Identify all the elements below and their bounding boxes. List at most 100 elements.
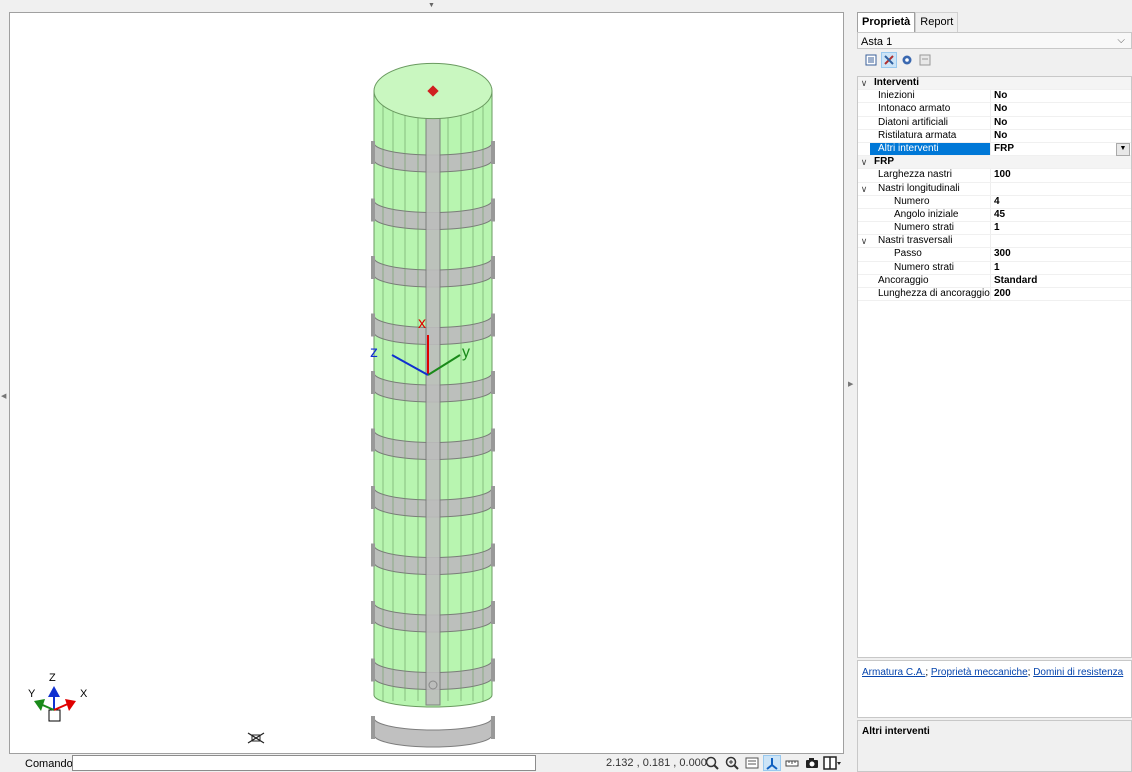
tools-icon[interactable] (881, 52, 897, 68)
zoom-window-icon[interactable] (723, 755, 741, 771)
property-name: Lunghezza di ancoraggio (870, 288, 991, 301)
ruler-icon[interactable] (783, 755, 801, 771)
property-row[interactable]: Ristilatura armata No (858, 129, 1131, 143)
property-value[interactable]: Standard (991, 275, 1131, 287)
row-gutter (858, 288, 870, 300)
property-row[interactable]: Larghezza nastri 100 (858, 169, 1131, 183)
property-name: Passo (870, 248, 991, 261)
property-value-text: 1 (994, 261, 1000, 273)
property-value-text: Standard (994, 274, 1038, 286)
property-name: Numero strati (870, 222, 991, 235)
band-edge-left (371, 198, 375, 222)
property-row[interactable]: Numero strati 1 (858, 261, 1131, 275)
object-selector-value: Asta 1 (861, 36, 893, 48)
band-edge-right (491, 256, 495, 279)
property-value-text: 200 (994, 288, 1011, 299)
expand-chevron-icon[interactable]: ∨ (858, 235, 870, 247)
property-category[interactable]: ∨ FRP (858, 156, 1131, 170)
property-value[interactable]: No (991, 130, 1131, 142)
property-toolbar (857, 50, 933, 70)
property-row[interactable]: Numero 4 (858, 195, 1131, 209)
expand-chevron-icon[interactable]: ∨ (858, 77, 870, 89)
link-domini-resistenza[interactable]: Domini di resistenza (1033, 667, 1123, 678)
3d-scene[interactable]: x y z Z Y X (10, 13, 844, 754)
property-row[interactable]: Intonaco armato No (858, 103, 1131, 117)
property-value[interactable] (991, 235, 1131, 247)
property-value-text: 300 (994, 248, 1011, 260)
split-view-icon[interactable] (823, 755, 841, 771)
property-row[interactable]: Iniezioni No (858, 90, 1131, 104)
property-value[interactable]: 100 (991, 169, 1131, 181)
property-value[interactable]: FRP ▼ (991, 142, 1131, 156)
property-value[interactable]: 45 (991, 209, 1131, 221)
triad-y-label: Y (28, 688, 36, 700)
band-edge-left (371, 141, 375, 164)
property-row[interactable]: Numero strati 1 (858, 222, 1131, 236)
band-edge-right (491, 716, 495, 739)
property-row[interactable]: ∨ Nastri longitudinali (858, 182, 1131, 196)
row-gutter (858, 117, 870, 129)
camera-icon[interactable] (803, 755, 821, 771)
triad-box (48, 709, 61, 722)
collapse-arrow-icon[interactable]: ▼ (428, 2, 435, 9)
property-name: Altri interventi (870, 142, 991, 156)
property-name: Nastri longitudinali (870, 182, 991, 195)
property-row[interactable]: ∨ Nastri trasversali (858, 235, 1131, 249)
property-pages-icon[interactable] (917, 52, 933, 68)
property-name: Angolo iniziale (870, 208, 991, 222)
band-edge-right (491, 198, 495, 222)
property-value-text: FRP (994, 142, 1014, 154)
tab-proprieta[interactable]: Proprietà (857, 12, 916, 33)
band-edge-left (371, 543, 375, 567)
property-value-text: No (994, 116, 1008, 128)
axes-view-icon[interactable] (763, 755, 781, 771)
property-value[interactable]: No (991, 103, 1131, 115)
band-edge-left (371, 313, 375, 337)
frp-column[interactable] (371, 62, 495, 748)
property-value[interactable]: No (991, 90, 1131, 102)
row-gutter (858, 209, 870, 221)
3d-viewport[interactable]: x y z Z Y X (9, 12, 844, 754)
property-row[interactable]: Ancoraggio Standard (858, 274, 1131, 288)
property-value[interactable]: 1 (991, 262, 1131, 274)
property-category[interactable]: ∨ Interventi (858, 77, 1131, 91)
expand-chevron-icon[interactable]: ∨ (858, 183, 870, 195)
left-splitter[interactable]: ◀ (0, 12, 9, 754)
property-value[interactable]: 1 (991, 222, 1131, 234)
tab-report[interactable]: Report (915, 12, 959, 33)
link-proprieta-meccaniche[interactable]: Proprietà meccaniche (931, 667, 1028, 678)
property-row[interactable]: Diatoni artificiali No (858, 116, 1131, 130)
object-selector[interactable]: Asta 1 ⌵ (857, 32, 1132, 49)
property-value[interactable]: 200 (991, 288, 1131, 300)
property-name: Iniezioni (870, 90, 991, 103)
property-row[interactable]: Altri interventi FRP ▼ (858, 142, 1131, 157)
panel-tabs: Proprietà Report (857, 12, 959, 33)
command-label: Comando (25, 758, 73, 770)
property-row[interactable]: Angolo iniziale 45 (858, 208, 1131, 223)
property-row[interactable]: Passo 300 (858, 248, 1131, 262)
zoom-icon[interactable] (703, 755, 721, 771)
property-value[interactable]: 300 (991, 248, 1131, 260)
dropdown-arrow-icon[interactable]: ▼ (1116, 142, 1130, 156)
row-gutter (858, 196, 870, 208)
property-row[interactable]: Lunghezza di ancoraggio 200 (858, 288, 1131, 302)
layers-icon[interactable] (743, 755, 761, 771)
chevron-down-icon: ⌵ (1117, 35, 1125, 46)
row-gutter (858, 275, 870, 287)
view-triad[interactable]: Z Y X (28, 672, 88, 722)
property-value-text: 100 (994, 169, 1011, 181)
command-input[interactable] (72, 755, 536, 771)
expand-chevron-icon[interactable]: ∨ (858, 156, 870, 168)
property-value[interactable]: No (991, 117, 1131, 129)
categorized-view-icon[interactable] (863, 52, 879, 68)
property-value[interactable] (991, 183, 1131, 195)
property-name: Numero (870, 195, 991, 208)
panel-splitter[interactable]: ▶ (845, 0, 857, 772)
collapse-left-icon[interactable]: ◀ (1, 392, 6, 400)
collapse-right-icon[interactable]: ▶ (848, 380, 853, 388)
top-splitter[interactable]: ▼ (0, 0, 846, 12)
gear-icon[interactable] (899, 52, 915, 68)
link-armatura[interactable]: Armatura C.A. (862, 667, 925, 678)
row-gutter (858, 222, 870, 234)
property-value[interactable]: 4 (991, 196, 1131, 208)
